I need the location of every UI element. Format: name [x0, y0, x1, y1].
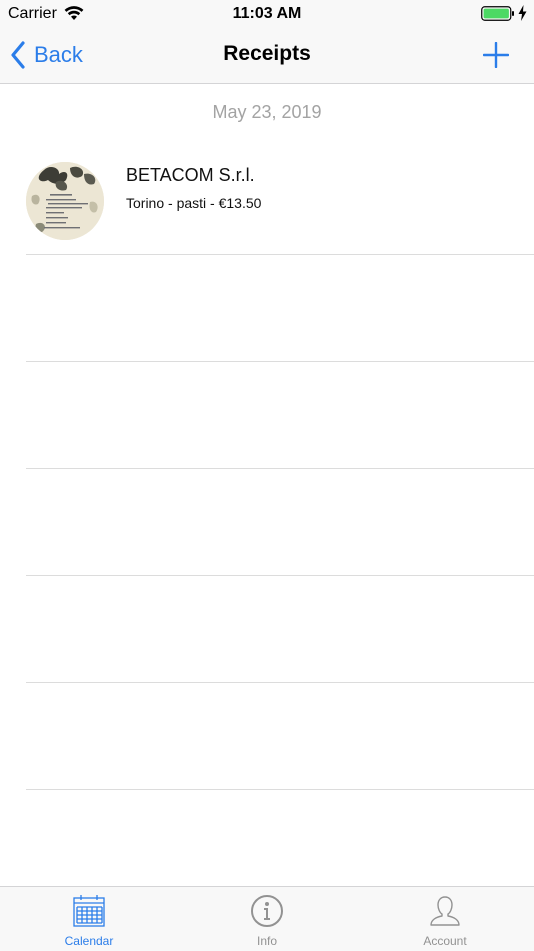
- row-separator: [26, 575, 534, 576]
- tab-label-calendar: Calendar: [64, 934, 114, 948]
- row-separator: [26, 254, 534, 255]
- receipt-row[interactable]: BETACOM S.r.l. Torino - pasti - €13.50: [0, 147, 534, 254]
- plus-icon[interactable]: [483, 42, 509, 68]
- tab-info[interactable]: Info: [178, 887, 356, 951]
- info-icon: [251, 895, 283, 927]
- receipt-vendor: BETACOM S.r.l.: [126, 165, 255, 185]
- tab-calendar[interactable]: Calendar: [0, 887, 178, 951]
- receipt-details: Torino - pasti - €13.50: [126, 195, 262, 211]
- status-bar: Carrier 11:03 AM: [0, 0, 534, 28]
- row-separator: [26, 361, 534, 362]
- row-separator: [26, 789, 534, 790]
- row-separator: [26, 468, 534, 469]
- tab-bar: Calendar Info Account: [0, 886, 534, 951]
- row-separator: [26, 682, 534, 683]
- navigation-bar: Back Receipts: [0, 28, 534, 84]
- tab-label-info: Info: [256, 934, 277, 948]
- status-time: 11:03 AM: [232, 5, 302, 22]
- tab-label-account: Account: [423, 934, 467, 948]
- calendar-icon: [73, 895, 105, 927]
- charging-bolt-icon: [518, 5, 527, 21]
- tab-account[interactable]: Account: [356, 887, 534, 951]
- person-icon: [430, 896, 460, 926]
- receipt-photo-thumbnail: [26, 162, 104, 240]
- page-title: Receipts: [223, 42, 311, 65]
- battery-full-icon: [481, 6, 514, 21]
- section-date-header: May 23, 2019: [212, 102, 322, 122]
